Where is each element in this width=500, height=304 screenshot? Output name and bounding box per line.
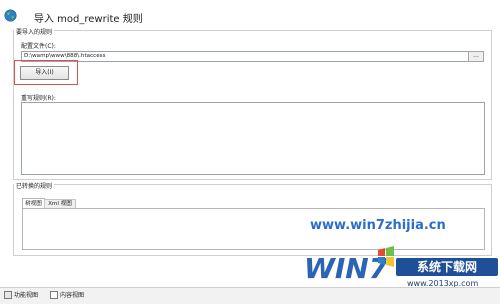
browse-button[interactable]: ... <box>468 51 484 62</box>
config-file-input[interactable]: D:\wamp\www\888\.htaccess <box>21 51 469 62</box>
content-view-icon <box>50 291 58 299</box>
rewrite-rules-textarea[interactable] <box>21 102 485 175</box>
rewrite-rules-label: 重写规则(R): <box>21 95 56 102</box>
brand-name: 系统下载网 <box>396 258 498 276</box>
page-title: 导入 mod_rewrite 规则 <box>34 14 143 25</box>
win7-logo-text: WIN7 <box>304 252 389 285</box>
tab-features-view[interactable]: 功能视图 <box>14 290 38 299</box>
features-view-icon <box>4 291 12 299</box>
globe-icon <box>4 9 17 22</box>
watermark-text: www.win7zhijia.cn <box>310 218 446 233</box>
config-file-label: 配置文件(C): <box>21 43 56 50</box>
import-rules-legend: 要导入的规则 <box>14 27 55 36</box>
import-button[interactable]: 导入(I) <box>20 66 69 80</box>
converted-rules-legend: 已转换的规则 <box>14 181 55 190</box>
tab-content-view[interactable]: 内容视图 <box>60 290 84 299</box>
